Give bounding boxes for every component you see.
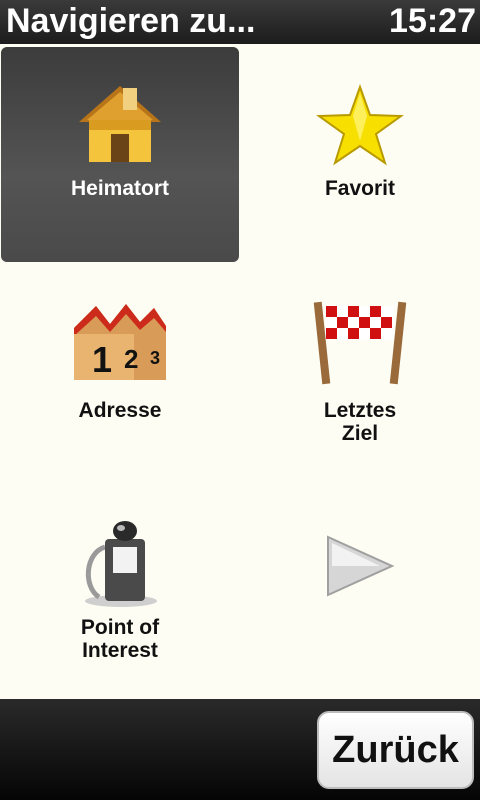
bottom-bar: Zurück bbox=[0, 699, 480, 800]
menu-item-home[interactable]: Heimatort bbox=[1, 47, 239, 262]
menu-item-label: Point of Interest bbox=[80, 616, 160, 662]
menu-item-favorite[interactable]: Favorit bbox=[241, 47, 479, 262]
house-icon bbox=[79, 86, 161, 162]
menu-item-label: Letztes Ziel bbox=[323, 399, 397, 445]
address-numbers-icon: 1 2 3 bbox=[74, 304, 166, 380]
gas-pump-icon bbox=[85, 521, 157, 607]
next-arrow-icon bbox=[327, 535, 395, 597]
svg-text:2: 2 bbox=[124, 344, 138, 374]
clock: 15:27 bbox=[389, 2, 476, 40]
back-button[interactable]: Zurück bbox=[317, 711, 474, 789]
menu-item-label: Adresse bbox=[78, 399, 162, 422]
menu-item-label: Heimatort bbox=[70, 177, 170, 200]
menu-item-address[interactable]: 1 2 3 Adresse bbox=[1, 264, 239, 479]
svg-text:3: 3 bbox=[150, 348, 160, 368]
next-page-button[interactable] bbox=[241, 481, 479, 696]
checkered-finish-flag-icon bbox=[313, 301, 407, 385]
svg-text:1: 1 bbox=[92, 339, 112, 380]
menu-item-label: Favorit bbox=[324, 177, 395, 200]
page-title: Navigieren zu... bbox=[6, 2, 256, 40]
menu-item-point-of-interest[interactable]: Point of Interest bbox=[1, 481, 239, 696]
star-icon bbox=[316, 84, 404, 166]
menu-item-last-destination[interactable]: Letztes Ziel bbox=[241, 264, 479, 479]
title-bar: Navigieren zu... 15:27 bbox=[0, 0, 480, 44]
menu-grid: Heimatort Favorit 1 2 3 Adresse Letztes … bbox=[0, 44, 480, 699]
